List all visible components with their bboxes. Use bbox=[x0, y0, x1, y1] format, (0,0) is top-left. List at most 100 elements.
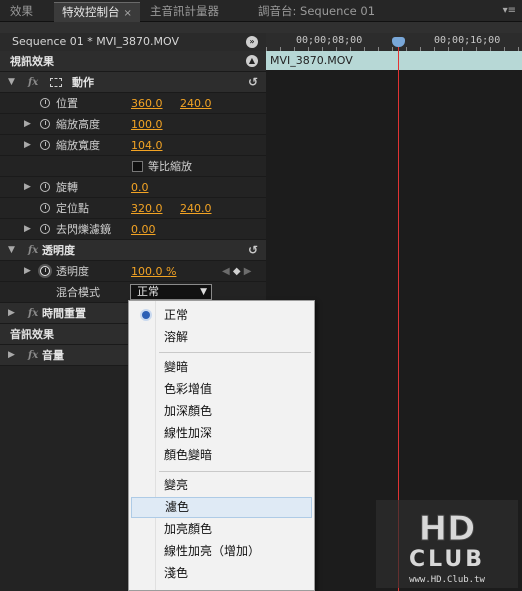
antiflicker-row: ▶ 去閃爍濾鏡 0.00 bbox=[0, 219, 266, 240]
blend-mode-dropdown: 正常 溶解 變暗 色彩增值 加深顏色 線性加深 顏色變暗 變亮 濾色 加亮顏色 … bbox=[128, 300, 315, 591]
expand-triangle-icon[interactable]: ▼ bbox=[8, 72, 15, 93]
uniform-scale-label: 等比縮放 bbox=[148, 160, 192, 173]
menu-item-dissolve[interactable]: 溶解 bbox=[131, 327, 312, 348]
stopwatch-icon[interactable] bbox=[40, 119, 50, 129]
opacity-row: ▶ 透明度 100.0 % ◀ ◆ ▶ bbox=[0, 261, 266, 282]
menu-item-multiply[interactable]: 色彩增值 bbox=[131, 379, 312, 400]
tab-audio-mixer[interactable]: 調音台: Sequence 01 bbox=[250, 2, 383, 22]
fx-toggle-icon[interactable]: fx bbox=[28, 72, 38, 93]
rotation-label: 旋轉 bbox=[56, 181, 78, 194]
menu-item-color-dodge[interactable]: 加亮顏色 bbox=[131, 519, 312, 540]
expand-triangle-icon[interactable]: ▶ bbox=[24, 135, 31, 156]
video-effects-header: 視訊效果 ▲ bbox=[0, 51, 266, 72]
scale-width-value[interactable]: 104.0 bbox=[131, 135, 163, 156]
fx-toggle-icon[interactable]: fx bbox=[28, 303, 38, 324]
expand-triangle-icon[interactable]: ▶ bbox=[24, 261, 31, 282]
rotation-row: ▶ 旋轉 0.0 bbox=[0, 177, 266, 198]
tab-label: 主音訊計量器 bbox=[150, 4, 219, 18]
menu-item-label: 色彩增值 bbox=[164, 382, 213, 396]
reset-icon[interactable]: ↺ bbox=[248, 240, 258, 261]
scale-height-value[interactable]: 100.0 bbox=[131, 114, 163, 135]
opacity-value[interactable]: 100.0 % bbox=[131, 261, 176, 282]
menu-separator bbox=[159, 352, 311, 353]
stopwatch-icon[interactable] bbox=[40, 203, 50, 213]
keyframe-navigator[interactable]: ◀ ◆ ▶ bbox=[222, 261, 251, 282]
menu-item-darken[interactable]: 變暗 bbox=[131, 357, 312, 378]
selected-bullet-icon bbox=[142, 311, 150, 319]
stopwatch-icon[interactable] bbox=[40, 140, 50, 150]
anchor-point-row: 定位點 320.0 240.0 bbox=[0, 198, 266, 219]
time-remap-label: 時間重置 bbox=[42, 307, 86, 320]
volume-label: 音量 bbox=[42, 349, 64, 362]
menu-item-darker-color[interactable]: 顏色變暗 bbox=[131, 445, 312, 466]
menu-item-normal[interactable]: 正常 bbox=[131, 305, 312, 326]
reset-icon[interactable]: ↺ bbox=[248, 72, 258, 93]
menu-item-color-burn[interactable]: 加深顏色 bbox=[131, 401, 312, 422]
scale-width-row: ▶ 縮放寬度 104.0 bbox=[0, 135, 266, 156]
clip-header: Sequence 01 * MVI_3870.MOV » bbox=[0, 33, 266, 51]
svg-text:CLUB: CLUB bbox=[409, 547, 485, 572]
scale-height-row: ▶ 縮放高度 100.0 bbox=[0, 114, 266, 135]
close-icon[interactable]: × bbox=[124, 8, 132, 19]
expand-triangle-icon[interactable]: ▶ bbox=[24, 177, 31, 198]
ruler-tick: 00;00;16;00 bbox=[434, 35, 501, 46]
stopwatch-icon[interactable] bbox=[40, 182, 50, 192]
position-row: 位置 360.0 240.0 bbox=[0, 93, 266, 114]
menu-item-label: 顏色變暗 bbox=[164, 448, 213, 462]
menu-item-label: 濾色 bbox=[165, 500, 190, 514]
menu-item-lighter-color[interactable]: 淺色 bbox=[131, 563, 312, 584]
expand-triangle-icon[interactable]: ▶ bbox=[24, 114, 31, 135]
expand-triangle-icon[interactable]: ▶ bbox=[24, 219, 31, 240]
tab-master-audio-meter[interactable]: 主音訊計量器 bbox=[142, 2, 227, 22]
stopwatch-active-icon[interactable] bbox=[40, 266, 50, 276]
expand-triangle-icon[interactable]: ▼ bbox=[8, 240, 15, 261]
fx-toggle-icon[interactable]: fx bbox=[28, 345, 38, 366]
antiflicker-label: 去閃爍濾鏡 bbox=[56, 223, 111, 236]
expand-triangle-icon[interactable]: ▶ bbox=[8, 345, 15, 366]
menu-separator bbox=[159, 471, 311, 472]
scale-width-label: 縮放寬度 bbox=[56, 139, 100, 152]
panel-tab-bar: 效果 特效控制台 × 主音訊計量器 調音台: Sequence 01 ▾≡ bbox=[0, 0, 522, 22]
menu-item-label: 變暗 bbox=[164, 360, 189, 374]
toggle-timeline-icon[interactable]: » bbox=[246, 36, 258, 48]
timeline-clip-name: MVI_3870.MOV bbox=[270, 54, 353, 67]
blend-mode-value: 正常 bbox=[137, 285, 159, 298]
rotation-value[interactable]: 0.0 bbox=[131, 177, 149, 198]
menu-item-linear-burn[interactable]: 線性加深 bbox=[131, 423, 312, 444]
opacity-effect-row[interactable]: ▼ fx 透明度 ↺ bbox=[0, 240, 266, 261]
watermark-url: www.HD.Club.tw bbox=[409, 575, 485, 585]
blend-mode-select[interactable]: 正常 ▼ bbox=[130, 284, 212, 300]
stopwatch-icon[interactable] bbox=[40, 224, 50, 234]
anchor-y-value[interactable]: 240.0 bbox=[180, 198, 212, 219]
position-x-value[interactable]: 360.0 bbox=[131, 93, 163, 114]
uniform-scale-row: 等比縮放 bbox=[0, 156, 266, 177]
panel-top-strip bbox=[0, 22, 522, 33]
fx-toggle-icon[interactable]: fx bbox=[28, 240, 38, 261]
anchor-x-value[interactable]: 320.0 bbox=[131, 198, 163, 219]
position-y-value[interactable]: 240.0 bbox=[180, 93, 212, 114]
video-effects-label: 視訊效果 bbox=[10, 55, 54, 68]
uniform-scale-checkbox[interactable] bbox=[132, 161, 143, 172]
chevron-down-icon: ▼ bbox=[200, 287, 207, 297]
menu-item-label: 加深顏色 bbox=[164, 404, 213, 418]
clip-header-title: Sequence 01 * MVI_3870.MOV bbox=[12, 35, 179, 48]
menu-item-screen[interactable]: 濾色 bbox=[131, 497, 312, 518]
blend-mode-label: 混合模式 bbox=[56, 286, 100, 299]
antiflicker-value[interactable]: 0.00 bbox=[131, 219, 156, 240]
menu-item-lighten[interactable]: 變亮 bbox=[131, 475, 312, 496]
tab-effects[interactable]: 效果 bbox=[2, 2, 41, 22]
timeline-clip[interactable]: MVI_3870.MOV bbox=[266, 51, 522, 70]
motion-effect-row[interactable]: ▼ fx 動作 ↺ bbox=[0, 72, 266, 93]
transform-box-icon[interactable] bbox=[50, 78, 62, 87]
menu-item-label: 正常 bbox=[164, 308, 189, 322]
motion-label: 動作 bbox=[72, 76, 94, 89]
tab-effect-controls[interactable]: 特效控制台 × bbox=[54, 2, 140, 22]
expand-triangle-icon[interactable]: ▶ bbox=[8, 303, 15, 324]
panel-menu-icon[interactable]: ▾≡ bbox=[503, 5, 516, 16]
menu-item-linear-dodge[interactable]: 線性加亮（增加） bbox=[131, 541, 312, 562]
collapse-icon[interactable]: ▲ bbox=[246, 55, 258, 67]
stopwatch-icon[interactable] bbox=[40, 98, 50, 108]
tab-label: 效果 bbox=[10, 4, 33, 18]
menu-item-label: 淺色 bbox=[164, 566, 189, 580]
opacity-label: 透明度 bbox=[56, 265, 89, 278]
